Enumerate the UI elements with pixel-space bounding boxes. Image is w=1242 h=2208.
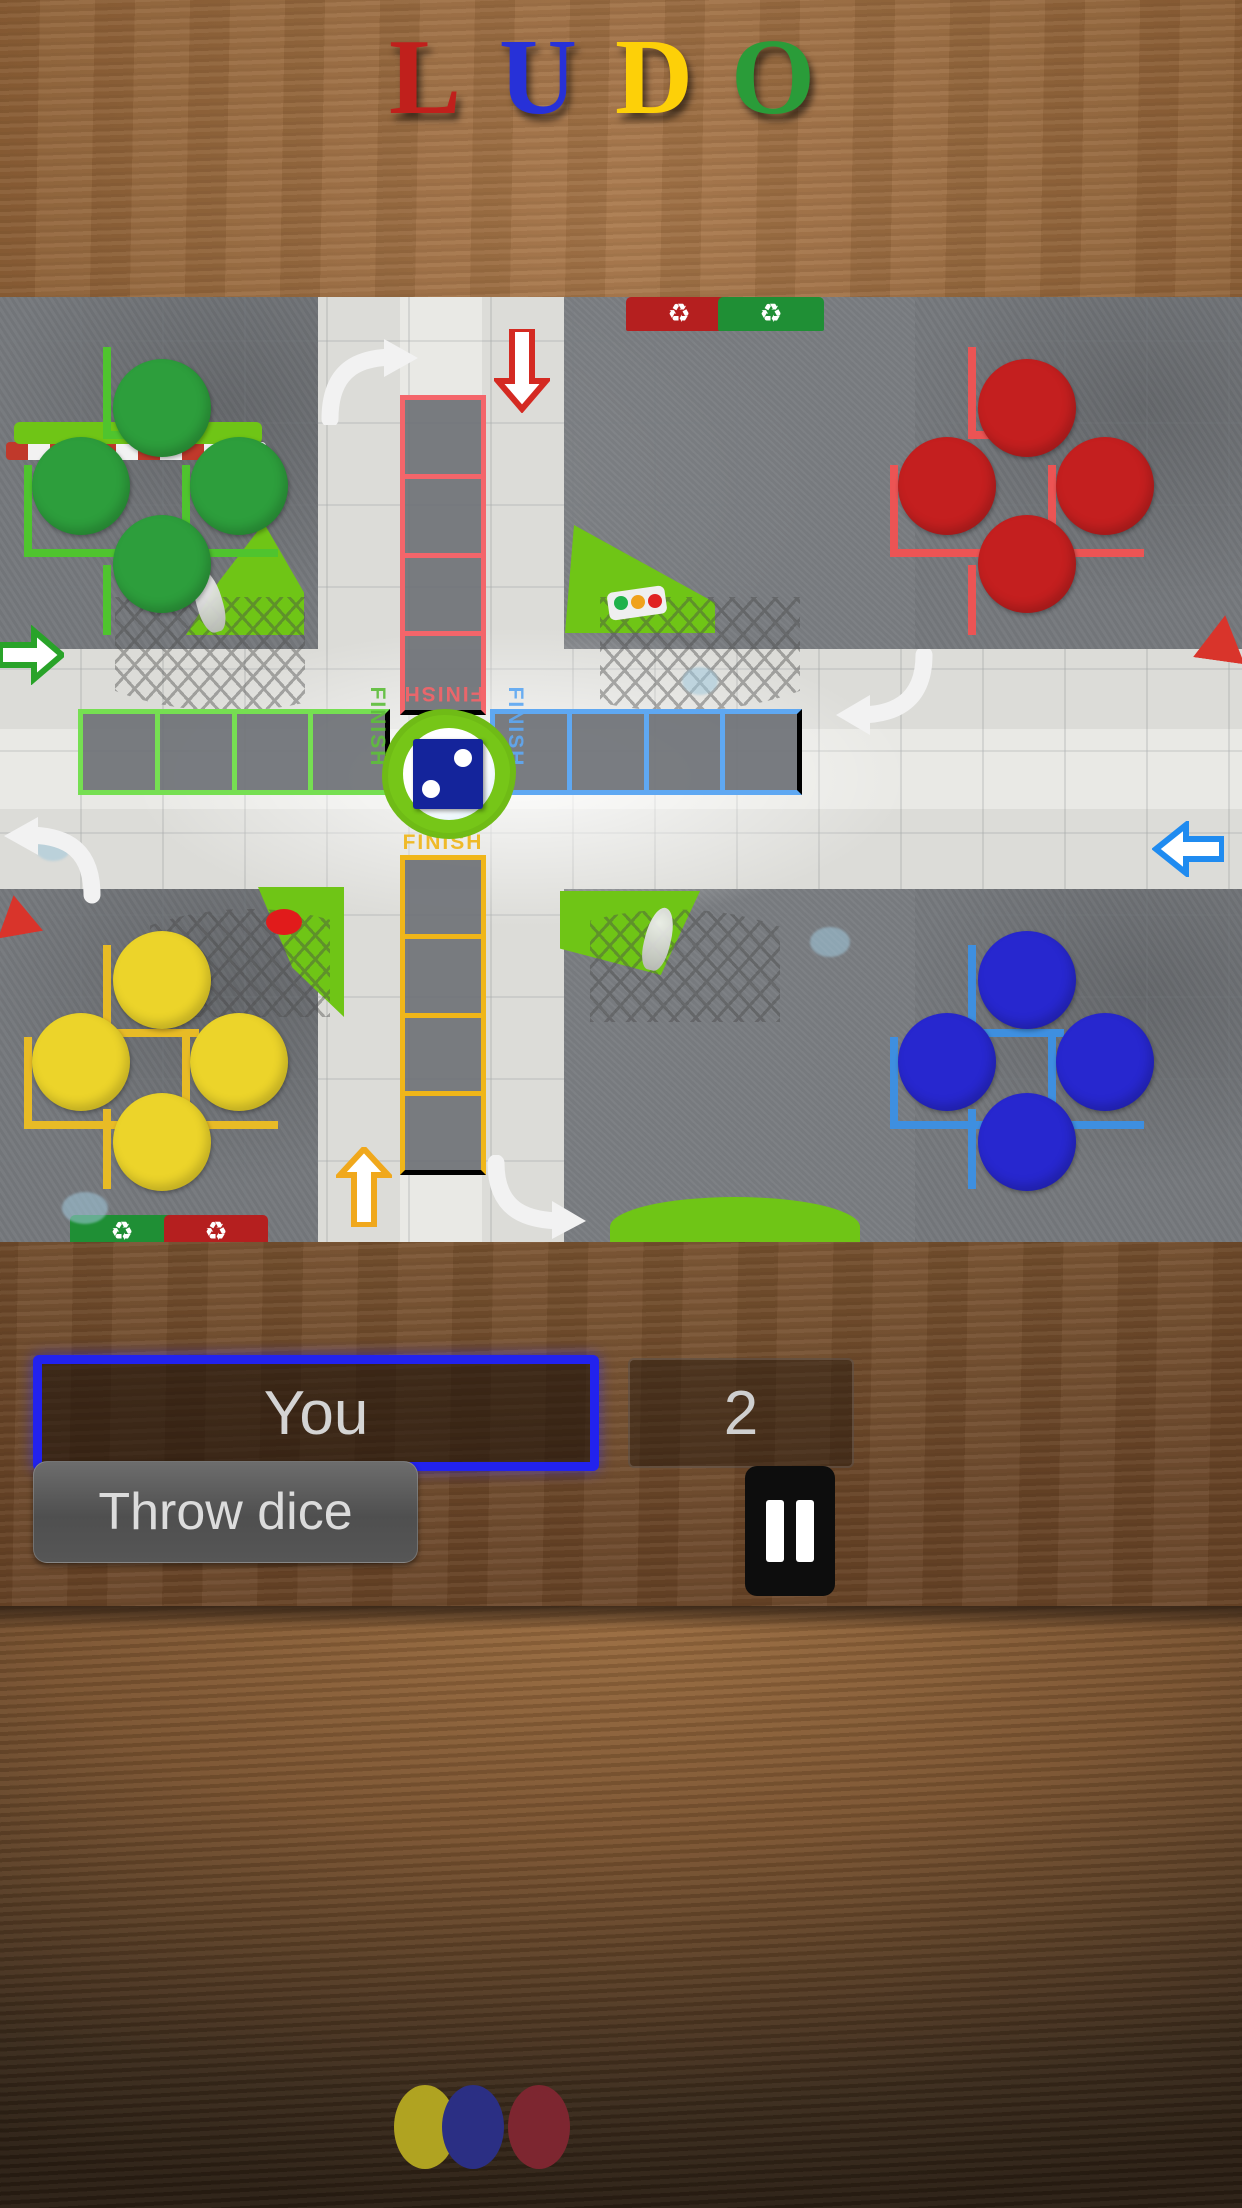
lane-cell[interactable] bbox=[720, 709, 802, 795]
lane-cell[interactable] bbox=[400, 855, 486, 934]
bin-green-top: ♻ bbox=[718, 297, 824, 331]
token-yellow-3[interactable] bbox=[190, 1013, 288, 1111]
red-marker-dot bbox=[266, 909, 302, 935]
throw-dice-label: Throw dice bbox=[98, 1483, 353, 1541]
recycle-icon: ♻ bbox=[110, 1216, 134, 1242]
finish-lane-blue bbox=[490, 709, 802, 795]
lane-cell[interactable] bbox=[400, 552, 486, 632]
finish-lane-green bbox=[78, 709, 390, 795]
dice-pip bbox=[422, 780, 440, 798]
dice-value-label: 2 bbox=[723, 1378, 759, 1448]
recycle-icon: ♻ bbox=[204, 1216, 228, 1242]
token-yellow-2[interactable] bbox=[32, 1013, 130, 1111]
arrow-left-blue-icon bbox=[1152, 821, 1224, 877]
bin-red-bottom: ♻ bbox=[164, 1215, 268, 1242]
recycle-icon: ♻ bbox=[667, 298, 691, 329]
curved-arrow-bottom-left-icon bbox=[4, 817, 101, 904]
pause-icon-bar-left bbox=[766, 1500, 784, 1562]
lane-cell[interactable] bbox=[566, 709, 644, 795]
curved-arrow-bottom-right-icon bbox=[487, 1155, 586, 1239]
token-red-2[interactable] bbox=[898, 437, 996, 535]
current-player-box[interactable]: You bbox=[33, 1355, 599, 1471]
current-player-label: You bbox=[263, 1378, 369, 1448]
ludo-board[interactable]: ♻ ♻ ♻ ♻ FINISH FINISH FINISH FINISH bbox=[0, 297, 1242, 1242]
lane-cell[interactable] bbox=[400, 933, 486, 1013]
lane-cell[interactable] bbox=[400, 473, 486, 553]
token-red-1[interactable] bbox=[978, 359, 1076, 457]
pause-icon-bar-right bbox=[796, 1500, 814, 1562]
title-letter-d: D bbox=[615, 18, 732, 137]
seat-indicator-blue[interactable] bbox=[442, 2085, 504, 2169]
wood-background-lower bbox=[0, 1606, 1242, 2208]
lane-cell[interactable] bbox=[400, 631, 486, 715]
token-blue-1[interactable] bbox=[978, 931, 1076, 1029]
lane-cell[interactable] bbox=[400, 1091, 486, 1175]
lane-cell[interactable] bbox=[78, 709, 155, 795]
lane-cell[interactable] bbox=[308, 709, 390, 795]
seat-indicator-red[interactable] bbox=[508, 2085, 570, 2169]
token-blue-4[interactable] bbox=[978, 1093, 1076, 1191]
dice-pip bbox=[454, 749, 472, 767]
puddle-4 bbox=[62, 1192, 108, 1224]
title-letter-l: L bbox=[388, 18, 500, 137]
recycle-icon: ♻ bbox=[759, 298, 783, 329]
token-green-4[interactable] bbox=[113, 515, 211, 613]
finish-lane-yellow bbox=[400, 855, 486, 1175]
arrow-up-yellow-icon bbox=[336, 1147, 392, 1227]
lane-cell[interactable] bbox=[643, 709, 721, 795]
token-blue-2[interactable] bbox=[898, 1013, 996, 1111]
bin-red-top: ♻ bbox=[626, 297, 732, 331]
token-red-3[interactable] bbox=[1056, 437, 1154, 535]
arrow-down-red-icon bbox=[494, 329, 550, 413]
game-title: LUDO bbox=[0, 24, 1242, 132]
curved-arrow-top-right-icon bbox=[836, 649, 933, 735]
lane-cell[interactable] bbox=[400, 1012, 486, 1092]
lane-cell[interactable] bbox=[154, 709, 232, 795]
token-green-2[interactable] bbox=[32, 437, 130, 535]
finish-lane-red bbox=[400, 395, 486, 715]
board-bottom-shadow bbox=[0, 1606, 1242, 1630]
title-letter-o: O bbox=[731, 18, 854, 137]
token-red-4[interactable] bbox=[978, 515, 1076, 613]
token-yellow-1[interactable] bbox=[113, 931, 211, 1029]
traffic-light-icon bbox=[580, 585, 668, 621]
dice-value-box[interactable]: 2 bbox=[628, 1358, 854, 1468]
board-center-rosette bbox=[388, 715, 510, 833]
token-blue-3[interactable] bbox=[1056, 1013, 1154, 1111]
pause-button[interactable] bbox=[745, 1466, 835, 1596]
lane-cell[interactable] bbox=[231, 709, 309, 795]
throw-dice-button[interactable]: Throw dice bbox=[33, 1461, 418, 1563]
arrow-right-green-icon bbox=[0, 625, 64, 685]
puddle-1 bbox=[682, 667, 718, 695]
title-letter-u: U bbox=[499, 18, 616, 137]
puddle-3 bbox=[810, 927, 850, 957]
token-yellow-4[interactable] bbox=[113, 1093, 211, 1191]
token-green-3[interactable] bbox=[190, 437, 288, 535]
curved-arrow-top-left-icon bbox=[321, 339, 418, 425]
token-green-1[interactable] bbox=[113, 359, 211, 457]
dice[interactable] bbox=[413, 739, 483, 809]
